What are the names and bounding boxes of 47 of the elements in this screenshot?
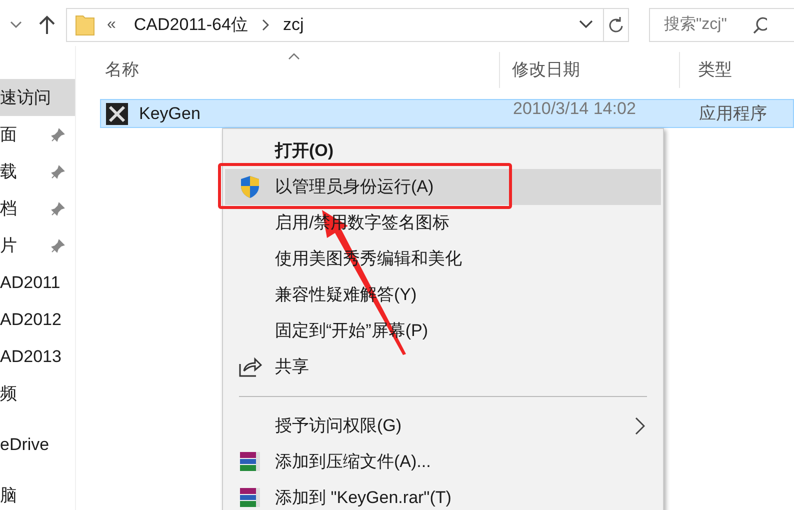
menu-item[interactable]: 添加到 "KeyGen.rar"(T) xyxy=(225,480,661,510)
sidebar-item[interactable]: 频 xyxy=(0,375,75,412)
folder-icon xyxy=(75,14,95,36)
sidebar-item[interactable]: 档 xyxy=(0,190,75,227)
address-bar[interactable]: « CAD2011-64位 zcj xyxy=(66,8,629,42)
sort-caret-icon[interactable] xyxy=(288,53,300,60)
search-icon xyxy=(752,16,767,34)
column-header[interactable]: 修改日期 xyxy=(500,52,680,88)
search-field[interactable]: 搜索"zcj" xyxy=(649,8,794,42)
file-name: KeyGen xyxy=(139,102,200,125)
menu-item[interactable]: 添加到压缩文件(A)... xyxy=(225,444,661,480)
share-icon xyxy=(238,356,262,378)
sidebar-item[interactable]: AD2013 xyxy=(0,338,75,375)
app-icon xyxy=(106,102,128,124)
path-segment[interactable]: CAD2011-64位 xyxy=(134,12,248,38)
chevron-down-icon[interactable] xyxy=(10,20,22,28)
sidebar-item[interactable]: AD2012 xyxy=(0,301,75,338)
books-icon xyxy=(238,450,262,474)
path-segment[interactable]: zcj xyxy=(282,12,304,38)
sidebar-item[interactable]: 载 xyxy=(0,153,75,190)
chevron-right-icon[interactable] xyxy=(262,18,269,30)
sidebar-item[interactable]: eDrive xyxy=(0,426,75,463)
pin-icon[interactable] xyxy=(51,202,65,216)
pin-icon[interactable] xyxy=(51,164,65,178)
menu-item[interactable]: 打开(O) xyxy=(225,133,661,169)
refresh-icon xyxy=(608,16,624,34)
file-row[interactable]: KeyGen 2010/3/14 14:02 应用程序 xyxy=(100,99,794,128)
up-arrow-icon[interactable] xyxy=(38,14,56,34)
menu-item[interactable]: 共享 xyxy=(225,349,661,385)
sidebar-item[interactable]: AD2011 xyxy=(0,264,75,301)
menu-item[interactable]: 授予访问权限(G) xyxy=(225,408,661,444)
books-icon xyxy=(238,486,262,510)
menu-item[interactable]: 以管理员身份运行(A) xyxy=(225,169,661,205)
column-header[interactable]: 名称 xyxy=(100,52,500,88)
sidebar-item[interactable]: 脑 xyxy=(0,477,75,510)
sidebar-item[interactable]: 速访问 xyxy=(0,79,75,116)
file-date: 2010/3/14 14:02 xyxy=(512,98,637,120)
path-overflow[interactable]: « xyxy=(107,12,116,36)
column-header[interactable]: 类型 xyxy=(680,52,732,88)
file-type: 应用程序 xyxy=(698,102,767,125)
pin-icon[interactable] xyxy=(51,238,65,252)
chevron-right-icon xyxy=(635,417,645,435)
sidebar-item[interactable]: 面 xyxy=(0,116,75,153)
sidebar-item[interactable]: 片 xyxy=(0,227,75,264)
pin-icon[interactable] xyxy=(51,128,65,142)
chevron-down-icon[interactable] xyxy=(579,20,593,29)
shield-icon xyxy=(239,175,261,199)
